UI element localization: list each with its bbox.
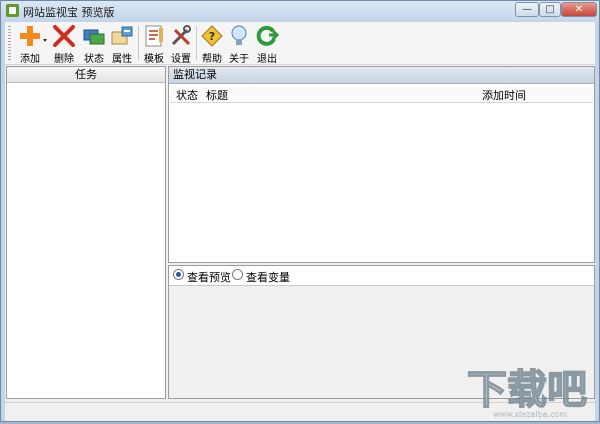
bulb-icon <box>227 24 251 48</box>
template-label: 模板 <box>144 54 164 65</box>
close-button[interactable]: ✕ <box>561 2 597 17</box>
delete-button[interactable]: 删除 <box>49 24 79 65</box>
about-button[interactable]: 关于 <box>225 24 253 65</box>
toolbar-separator <box>138 26 139 60</box>
exit-label: 退出 <box>257 54 277 65</box>
app-window: 网站监视宝 预览版 — □ ✕ 添加 删除 状态 属性 模板 设置 ? 帮助 关… <box>0 0 600 422</box>
variables-radio-label[interactable]: 查看变量 <box>246 269 290 285</box>
toolbar-grip[interactable] <box>8 26 11 60</box>
svg-text:?: ? <box>209 30 215 43</box>
window-title: 网站监视宝 预览版 <box>23 6 115 19</box>
preview-radio[interactable] <box>173 269 184 280</box>
template-button[interactable]: 模板 <box>140 24 168 65</box>
exit-icon <box>255 24 280 48</box>
task-panel[interactable]: 任务 <box>6 66 166 399</box>
template-icon <box>142 24 166 48</box>
status-icon <box>82 24 106 48</box>
properties-button[interactable]: 属性 <box>107 24 137 65</box>
maximize-button[interactable]: □ <box>539 2 561 17</box>
delete-label: 删除 <box>54 54 74 65</box>
properties-icon <box>110 24 134 48</box>
properties-label: 属性 <box>112 54 132 65</box>
tools-icon <box>169 24 193 48</box>
app-logo-icon <box>6 4 19 17</box>
column-status[interactable]: 状态 <box>176 87 198 103</box>
settings-label: 设置 <box>171 54 191 65</box>
settings-button[interactable]: 设置 <box>167 24 195 65</box>
x-icon <box>52 24 76 48</box>
add-label: 添加 <box>20 54 40 65</box>
status-button[interactable]: 状态 <box>79 24 109 65</box>
about-label: 关于 <box>229 54 249 65</box>
svg-text:下载吧: 下载吧 <box>467 367 587 413</box>
title-bar[interactable]: 网站监视宝 预览版 — □ ✕ <box>1 1 599 21</box>
minimize-button[interactable]: — <box>515 2 539 17</box>
add-button[interactable]: 添加 <box>13 24 47 65</box>
status-label: 状态 <box>84 54 104 65</box>
task-panel-header: 任务 <box>7 67 165 83</box>
preview-radio-label[interactable]: 查看预览 <box>187 269 231 285</box>
plus-icon <box>18 24 47 48</box>
watermark-logo: 下载吧 www.xiazaiba.com <box>466 359 599 421</box>
preview-options: 查看预览 查看变量 <box>169 266 594 286</box>
monitor-column-header: 状态 标题 添加时间 <box>170 86 593 103</box>
column-add-time[interactable]: 添加时间 <box>482 87 526 103</box>
exit-button[interactable]: 退出 <box>253 24 281 65</box>
toolbar: 添加 删除 状态 属性 模板 设置 ? 帮助 关于 退出 <box>5 22 595 65</box>
svg-text:www.xiazaiba.com: www.xiazaiba.com <box>493 410 567 419</box>
help-button[interactable]: ? 帮助 <box>198 24 226 65</box>
help-icon: ? <box>200 24 224 48</box>
variables-radio[interactable] <box>232 269 243 280</box>
toolbar-separator <box>196 26 197 60</box>
monitor-panel-header: 监视记录 <box>169 67 594 84</box>
monitor-panel[interactable]: 监视记录 状态 标题 添加时间 <box>168 66 595 263</box>
column-title[interactable]: 标题 <box>206 87 228 103</box>
help-label: 帮助 <box>202 54 222 65</box>
